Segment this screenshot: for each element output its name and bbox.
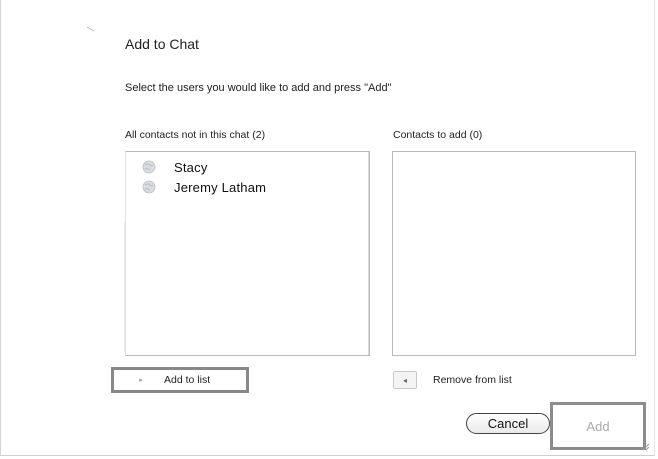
- remove-from-list-label: Remove from list: [433, 374, 512, 386]
- contact-item-stacy[interactable]: Stacy: [142, 158, 208, 176]
- available-contacts-label: All contacts not in this chat (2): [125, 129, 266, 141]
- contact-name: Jeremy Latham: [174, 179, 267, 195]
- dialog-title: Add to Chat: [125, 36, 199, 52]
- cancel-button[interactable]: Cancel: [466, 413, 550, 434]
- list-divider: [124, 222, 125, 352]
- contacts-to-add-list[interactable]: [392, 151, 636, 356]
- contact-globe-icon: [142, 180, 156, 194]
- available-contacts-list[interactable]: Stacy Jeremy Latham: [124, 151, 370, 356]
- add-button-label: Add: [586, 418, 610, 434]
- add-to-list-button[interactable]: ▸ Add to list: [111, 367, 249, 393]
- add-to-chat-dialog: Add to Chat Select the users you would l…: [0, 0, 655, 456]
- arrow-left-icon: ◂: [393, 371, 417, 389]
- contact-name: Stacy: [174, 159, 208, 175]
- remove-from-list-button[interactable]: ◂ Remove from list: [393, 367, 553, 393]
- contact-globe-icon: [142, 160, 156, 174]
- add-to-list-label: Add to list: [164, 374, 211, 386]
- dialog-instructions: Select the users you would like to add a…: [125, 82, 392, 94]
- contact-item-jeremy-latham[interactable]: Jeremy Latham: [142, 178, 266, 196]
- list-divider: [368, 152, 369, 355]
- add-button[interactable]: Add: [550, 402, 646, 450]
- arrow-right-icon: ▸: [139, 377, 143, 384]
- contacts-to-add-label: Contacts to add (0): [393, 129, 483, 141]
- decorative-mark-icon: [87, 26, 95, 32]
- resize-grip-icon[interactable]: [640, 441, 650, 451]
